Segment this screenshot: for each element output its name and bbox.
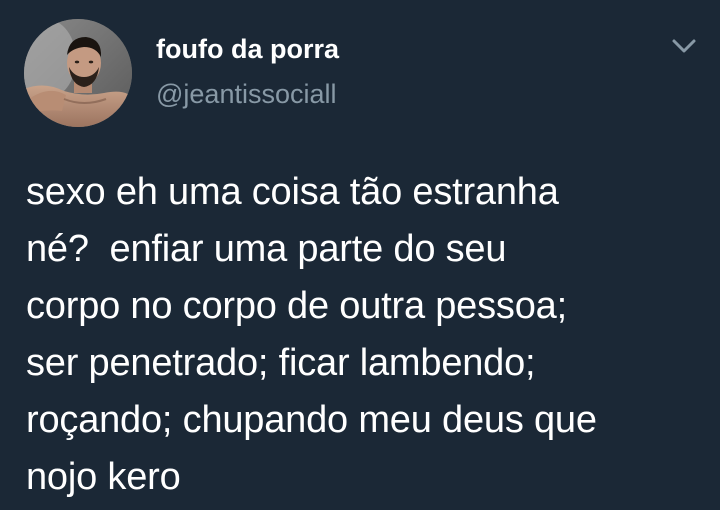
avatar[interactable] <box>24 19 132 127</box>
avatar-image <box>24 19 132 127</box>
display-name[interactable]: foufo da porra <box>156 36 339 63</box>
chevron-down-icon[interactable] <box>670 36 698 56</box>
tweet-text: sexo eh uma coisa tão estranha né? enfia… <box>26 171 597 498</box>
user-handle[interactable]: @jeantissociall <box>156 81 336 108</box>
tweet-card: foufo da porra @jeantissociall sexo eh u… <box>0 0 720 510</box>
